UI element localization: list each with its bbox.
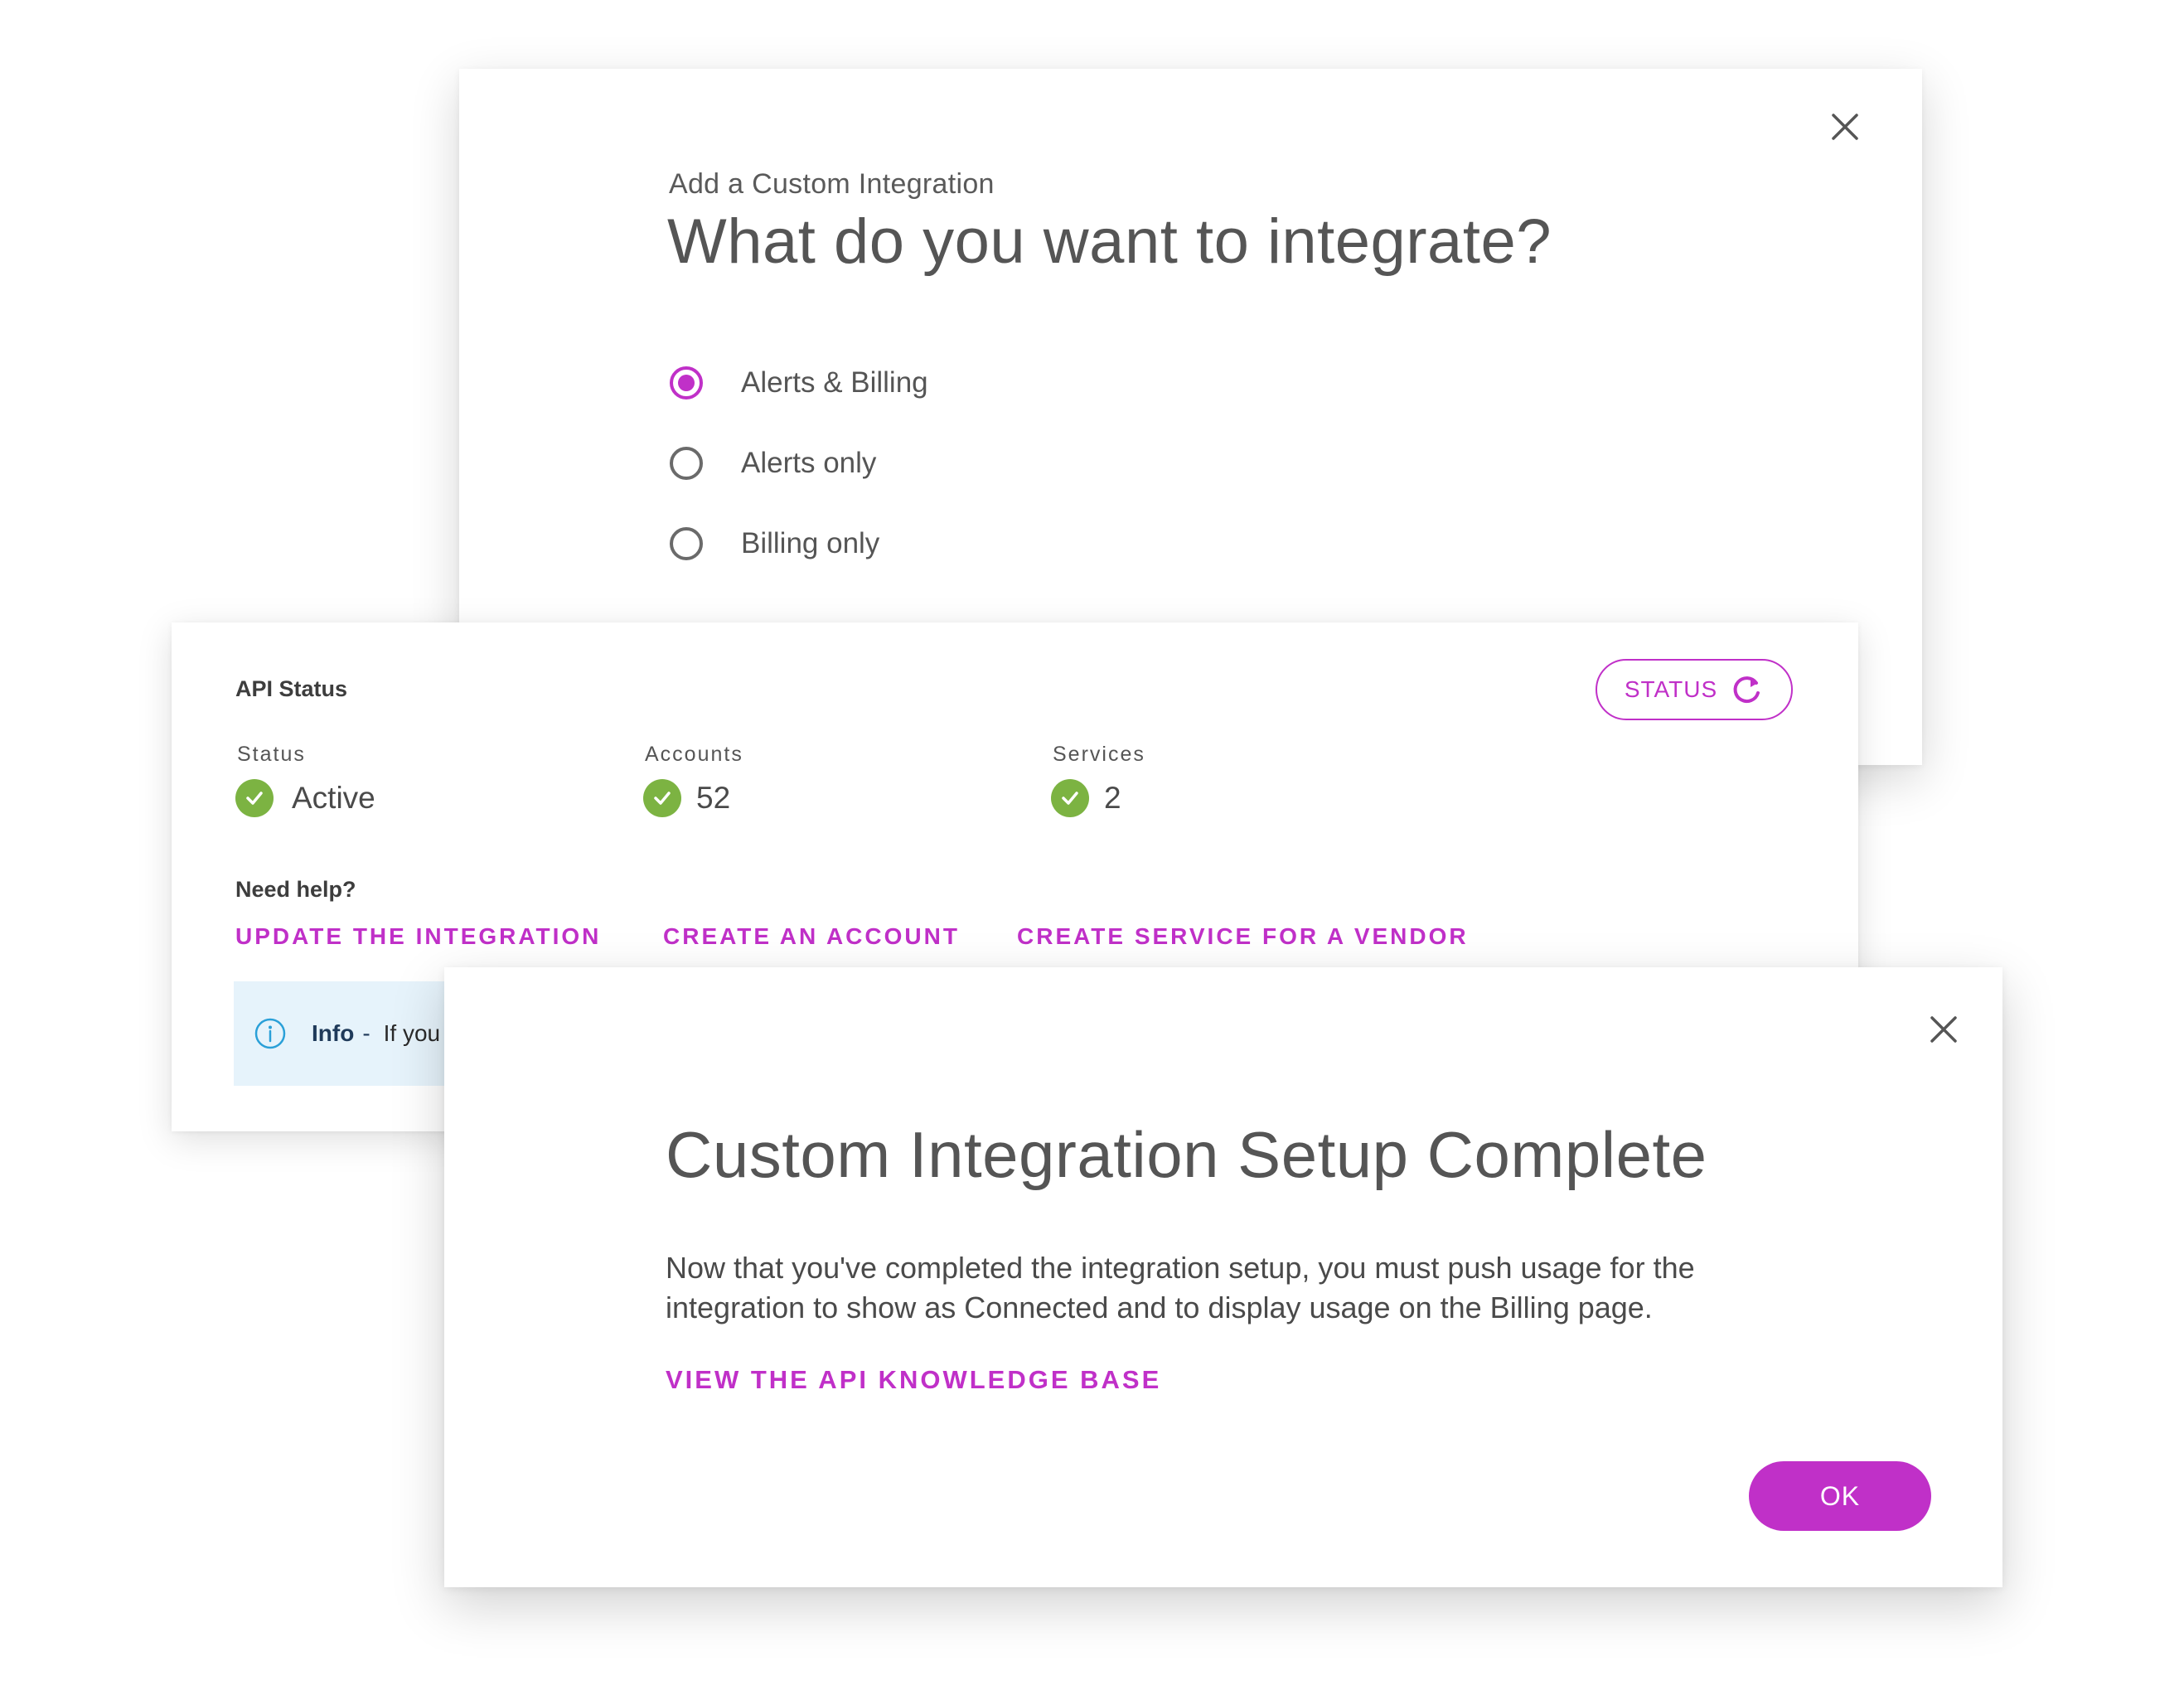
radio-option-alerts-billing[interactable]: Alerts & Billing xyxy=(670,362,928,404)
ok-button[interactable]: OK xyxy=(1749,1461,1931,1531)
close-icon[interactable] xyxy=(1830,112,1860,146)
refresh-icon xyxy=(1733,676,1760,704)
info-dash: - xyxy=(362,1020,370,1046)
radio-label: Alerts & Billing xyxy=(741,366,928,399)
check-circle-icon xyxy=(235,779,274,817)
status-button-label: STATUS xyxy=(1624,676,1718,702)
radio-option-alerts-only[interactable]: Alerts only xyxy=(670,443,876,484)
radio-label: Billing only xyxy=(741,527,880,559)
info-icon xyxy=(254,1018,286,1049)
stat-value-text: 2 xyxy=(1104,781,1121,815)
stat-value-services: 2 xyxy=(1051,779,1121,817)
need-help-label: Need help? xyxy=(235,877,356,902)
radio-label: Alerts only xyxy=(741,447,877,479)
setup-complete-title: Custom Integration Setup Complete xyxy=(666,1118,1707,1191)
radio-option-billing-only[interactable]: Billing only xyxy=(670,523,879,564)
stat-value-text: 52 xyxy=(696,781,731,815)
stat-value-status: Active xyxy=(235,779,375,817)
update-integration-link[interactable]: UPDATE THE INTEGRATION xyxy=(235,923,601,950)
check-circle-icon xyxy=(1051,779,1089,817)
radio-selected-icon[interactable] xyxy=(670,366,703,399)
create-service-link[interactable]: CREATE SERVICE FOR A VENDOR xyxy=(1017,923,1469,950)
setup-complete-body: Now that you've completed the integratio… xyxy=(666,1251,1695,1324)
info-text: If you xyxy=(383,1020,441,1046)
stat-label-accounts: Accounts xyxy=(645,743,743,766)
api-status-title: API Status xyxy=(235,676,348,701)
api-knowledge-base-link[interactable]: VIEW THE API KNOWLEDGE BASE xyxy=(666,1365,1161,1395)
radio-unselected-icon[interactable] xyxy=(670,527,703,560)
stat-label-status: Status xyxy=(237,743,306,766)
check-circle-icon xyxy=(643,779,681,817)
status-refresh-button[interactable]: STATUS xyxy=(1596,659,1793,720)
info-title: Info xyxy=(312,1020,355,1046)
dialog-title: What do you want to integrate? xyxy=(667,206,1552,277)
radio-unselected-icon[interactable] xyxy=(670,447,703,480)
close-icon[interactable] xyxy=(1929,1014,1959,1048)
stat-value-accounts: 52 xyxy=(643,779,730,817)
stat-value-text: Active xyxy=(292,781,375,815)
dialog-subtitle: Add a Custom Integration xyxy=(669,168,995,200)
stat-label-services: Services xyxy=(1053,743,1145,766)
create-account-link[interactable]: CREATE AN ACCOUNT xyxy=(663,923,960,950)
